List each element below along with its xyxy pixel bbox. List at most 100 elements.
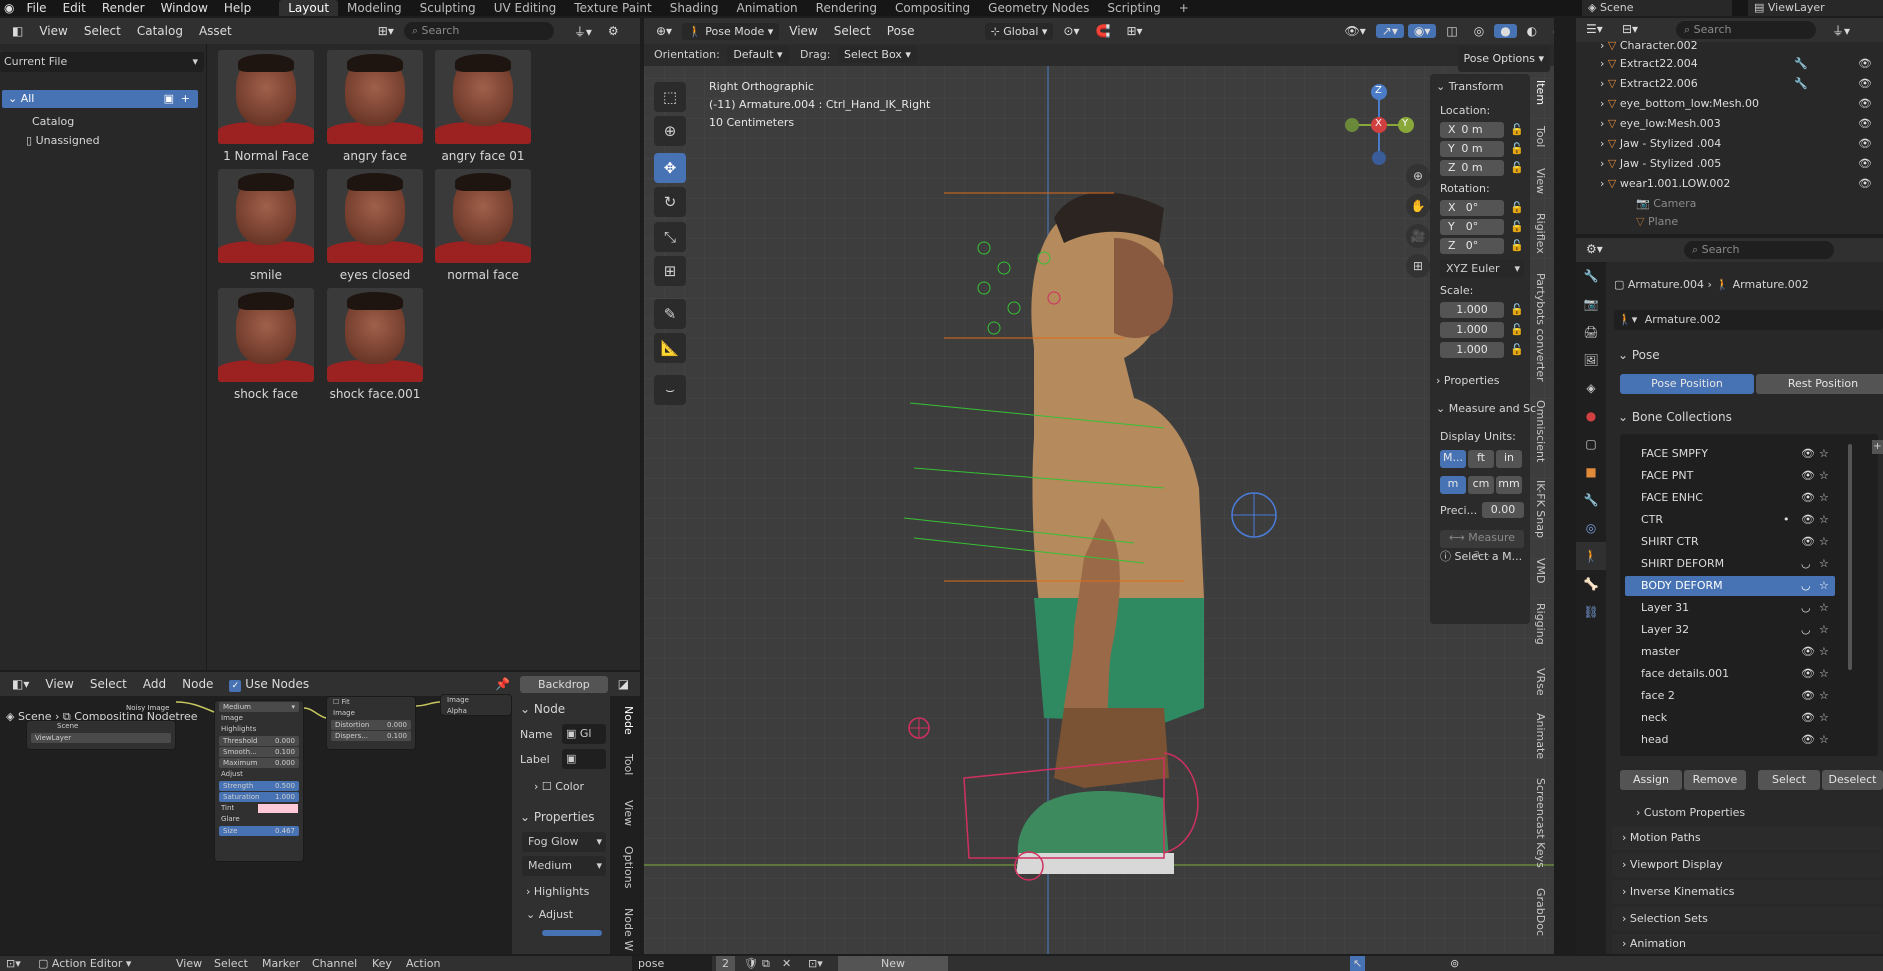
eye-icon[interactable]: 👁 [1858,74,1872,94]
unit-m-button[interactable]: m [1440,476,1466,494]
bone-collection-item[interactable]: head 👁 ☆ [1625,730,1835,750]
asset-thumbnail[interactable] [435,169,531,263]
eye-icon[interactable]: 👁 [1801,510,1815,530]
lock-icon[interactable]: 🔓 [1510,123,1524,136]
tool-tab-icon[interactable]: 🔧 [1576,262,1606,290]
add-icon[interactable]: + [181,90,190,108]
tab-animation[interactable]: Animation [727,0,806,16]
location-x-field[interactable]: X0 m [1440,122,1504,138]
eye-icon[interactable]: 👁 [1801,444,1815,464]
tab-partybots[interactable]: Partybots converter [1534,273,1547,382]
eye-icon[interactable]: 👁 [1858,114,1872,134]
tab-modeling[interactable]: Modeling [338,0,411,16]
outliner-item[interactable]: › ▽ Jaw - Stylized .005 👁 [1576,154,1876,174]
saturation-field[interactable]: Saturation 1.000 [219,792,299,802]
tab-texture-paint[interactable]: Texture Paint [565,0,660,16]
tab-animate[interactable]: Animate [1534,713,1547,759]
unlink-icon[interactable]: ✕ [782,956,791,971]
bone-collection-item[interactable]: Layer 32 ◡ ☆ [1625,620,1835,640]
filter-icon[interactable]: ↖ [1350,956,1366,971]
tab-grabdoc[interactable]: GrabDoc [1534,888,1547,936]
eye-icon[interactable]: 👁 [1801,664,1815,684]
properties-panel-header[interactable]: ⌄ Properties [520,810,595,824]
location-y-field[interactable]: Y0 m [1440,141,1504,157]
catalog-all[interactable]: ⌄ All ▣ + [2,90,198,108]
eye-icon[interactable]: 👁 [1801,466,1815,486]
outliner-item[interactable]: › ▽ wear1.001.LOW.002 👁 [1576,174,1876,194]
tint-swatch[interactable] [258,803,299,813]
outliner-item[interactable]: › ▽ Extract22.004 🔧 👁 [1576,54,1876,74]
tab-rendering[interactable]: Rendering [807,0,886,16]
bone-collection-item[interactable]: face 2 👁 ☆ [1625,686,1835,706]
physics-tab-icon[interactable]: ◎ [1576,514,1606,542]
eye-icon[interactable]: 👁 [1801,730,1815,750]
tab-screencast-keys[interactable]: Screencast Keys [1534,778,1547,868]
lock-icon[interactable]: 🔓 [1510,201,1524,214]
tab-scripting[interactable]: Scripting [1098,0,1169,16]
modifier-tab-icon[interactable]: 🔧 [1576,486,1606,514]
tab-vrse[interactable]: VRse [1534,668,1547,696]
view-layer-selector[interactable]: ▤ ViewLayer [1748,0,1883,16]
bone-collection-item[interactable]: SHIRT CTR 👁 ☆ [1625,532,1835,552]
bone-collection-item-selected[interactable]: BODY DEFORM ◡ ☆ [1625,576,1835,596]
animation-section[interactable]: › Animation [1612,934,1882,954]
lock-icon[interactable]: 🔓 [1510,303,1524,316]
star-icon[interactable]: ☆ [1819,686,1829,706]
outliner-item[interactable]: › ▽ eye_bottom_low:Mesh.00 👁 [1576,94,1876,114]
collection-tab-icon[interactable]: ▢ [1576,430,1606,458]
rotation-mode-dropdown[interactable]: XYZ Euler ▾ [1440,260,1524,278]
eye-icon[interactable]: 👁 [1858,94,1872,114]
output-tab-icon[interactable]: 🖨 [1576,318,1606,346]
menu-catalog[interactable]: Catalog [131,24,189,38]
tab-sculpting[interactable]: Sculpting [411,0,485,16]
measure-all-button[interactable]: ⟷ Measure a... [1440,530,1524,560]
tab-uv-editing[interactable]: UV Editing [485,0,566,16]
rendered-shading-icon[interactable]: ◑ [1547,24,1554,38]
tab-layout[interactable]: Layout [279,0,339,16]
menu-marker[interactable]: Marker [262,956,300,971]
precision-field[interactable]: 0.00 [1482,502,1524,518]
eye-closed-icon[interactable]: ◡ [1801,576,1811,596]
editor-type-icon[interactable]: ☰▾ [1580,22,1609,36]
menu-select[interactable]: Select [78,24,127,38]
menu-action[interactable]: Action [406,956,440,971]
adjust-panel[interactable]: ⌄ Adjust [526,908,573,921]
star-icon[interactable]: ☆ [1819,532,1829,552]
eye-icon[interactable]: 👁 [1858,134,1872,154]
asset-thumbnail[interactable] [218,288,314,382]
transform-panel-header[interactable]: ⌄ Transform [1436,80,1503,93]
lock-icon[interactable]: 🔓 [1510,220,1524,233]
highlights-panel[interactable]: › Highlights [526,885,589,898]
rest-position-button[interactable]: Rest Position [1756,374,1883,394]
unit-mm-button[interactable]: mm [1496,476,1522,494]
viewport-display-section[interactable]: › Viewport Display [1612,853,1882,877]
3d-viewport[interactable]: ⊕▾ 🚶 Pose Mode ▾ View Select Pose ⊹ Glob… [644,18,1554,954]
pose-section-header[interactable]: ⌄ Pose [1618,348,1660,362]
properties-panel-header[interactable]: › Properties [1436,374,1500,387]
add-workspace-button[interactable]: + [1170,0,1198,16]
tab-node-wrangler[interactable]: Node W [622,908,635,951]
armature-data-selector[interactable]: 🚶▾ Armature.002 [1614,310,1883,330]
add-collection-icon[interactable]: + [1872,440,1883,454]
asset-thumbnail[interactable] [327,288,423,382]
star-icon[interactable]: ☆ [1819,554,1829,574]
tab-view[interactable]: View [1534,168,1547,194]
bone-collection-item[interactable]: master 👁 ☆ [1625,642,1835,662]
menu-file[interactable]: File [18,0,54,16]
lock-icon[interactable]: 🔓 [1510,323,1524,336]
node-panel-header[interactable]: ⌄ Node [520,702,565,716]
pose-position-button[interactable]: Pose Position [1620,374,1754,394]
display-mode-icon[interactable]: ⊟▾ [1616,22,1644,36]
tab-geometry-nodes[interactable]: Geometry Nodes [979,0,1098,16]
lock-icon[interactable]: 🔓 [1510,161,1524,174]
bone-collection-item[interactable]: Layer 31 ◡ ☆ [1625,598,1835,618]
remove-button[interactable]: Remove [1684,770,1746,790]
snap-icon[interactable]: ⊚ [639,677,640,691]
bone-tab-icon[interactable]: 🦴 [1576,570,1606,598]
asset-thumbnail[interactable] [327,169,423,263]
unit-metric-button[interactable]: M... [1440,450,1466,468]
menu-help[interactable]: Help [216,0,259,16]
outliner-item[interactable]: › ▽ eye_low:Mesh.003 👁 [1576,114,1876,134]
unit-cm-button[interactable]: cm [1468,476,1494,494]
slot-icon[interactable]: ⊡▾ [808,956,823,971]
